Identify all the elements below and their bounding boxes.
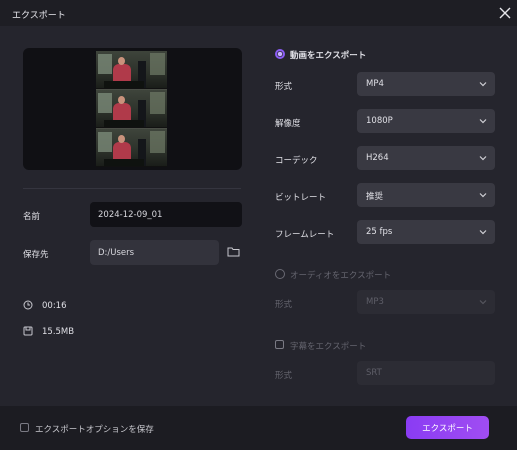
framerate-value: 25 fps: [366, 227, 393, 237]
resolution-select[interactable]: 1080P: [357, 109, 495, 133]
export-audio-label: オーディオをエクスポート: [290, 271, 392, 281]
preview-frame: [96, 129, 167, 167]
framerate-label: フレームレート: [275, 230, 335, 240]
format-label: 形式: [275, 82, 293, 92]
preview-frame: [96, 51, 167, 89]
preview-frame: [96, 90, 167, 128]
dialog-title: エクスポート: [12, 11, 66, 21]
codec-value: H264: [366, 153, 389, 163]
codec-label: コーデック: [275, 156, 318, 166]
save-path-input[interactable]: D:/Users: [90, 240, 219, 265]
chevron-down-icon: [479, 156, 487, 161]
name-label: 名前: [23, 212, 41, 222]
preview-thumbnail-strip: [96, 51, 167, 167]
save-options-checkbox[interactable]: [20, 423, 29, 432]
export-video-radio[interactable]: [275, 49, 285, 59]
name-input[interactable]: 2024-12-09_01: [90, 202, 242, 227]
codec-select[interactable]: H264: [357, 146, 495, 170]
export-video-label: 動画をエクスポート: [290, 51, 367, 61]
chevron-down-icon: [479, 230, 487, 235]
video-preview: [23, 48, 242, 170]
export-button[interactable]: エクスポート: [406, 416, 489, 439]
audio-format-label: 形式: [275, 300, 293, 310]
chevron-down-icon: [479, 193, 487, 198]
framerate-select[interactable]: 25 fps: [357, 220, 495, 244]
subtitle-format-label: 形式: [275, 371, 293, 381]
bitrate-select[interactable]: 推奨: [357, 183, 495, 207]
clock-icon: [23, 300, 33, 310]
resolution-value: 1080P: [366, 116, 393, 126]
format-select[interactable]: MP4: [357, 72, 495, 96]
close-icon[interactable]: [498, 6, 512, 20]
save-options-label: エクスポートオプションを保存: [35, 425, 154, 435]
left-divider: [23, 188, 241, 189]
bitrate-value: 推奨: [366, 192, 384, 202]
audio-format-value: MP3: [366, 297, 384, 307]
bitrate-label: ビットレート: [275, 193, 327, 203]
folder-icon[interactable]: [227, 246, 240, 257]
chevron-down-icon: [479, 119, 487, 124]
file-size-icon: [23, 326, 33, 336]
chevron-down-icon: [479, 300, 487, 305]
file-size-value: 15.5MB: [42, 327, 75, 337]
chevron-down-icon: [479, 82, 487, 87]
export-subtitle-checkbox[interactable]: [275, 340, 284, 349]
audio-format-select[interactable]: MP3: [357, 290, 495, 314]
export-audio-radio[interactable]: [275, 269, 285, 279]
resolution-label: 解像度: [275, 119, 301, 129]
save-location-label: 保存先: [23, 250, 49, 260]
export-subtitle-label: 字幕をエクスポート: [290, 342, 367, 352]
subtitle-format-value: SRT: [366, 368, 382, 378]
format-value: MP4: [366, 79, 384, 89]
duration-value: 00:16: [42, 301, 67, 311]
title-bar: エクスポート: [0, 0, 517, 26]
subtitle-format-select[interactable]: SRT: [357, 361, 495, 385]
